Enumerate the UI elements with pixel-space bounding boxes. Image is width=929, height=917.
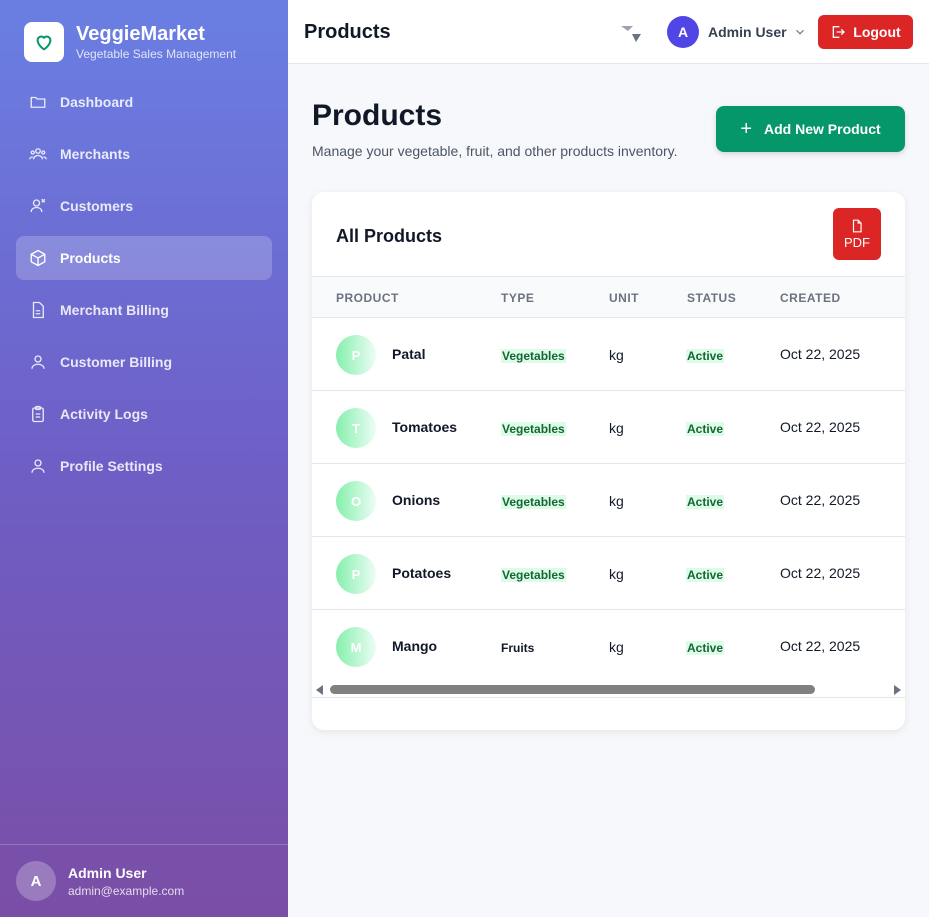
status-badge: Active (686, 349, 725, 363)
product-name: Tomatoes (392, 419, 458, 435)
filter-icon[interactable] (620, 22, 642, 44)
plus-icon: + (740, 118, 752, 140)
sidebar-item-dashboard[interactable]: Dashboard (16, 80, 272, 124)
type-badge: Vegetables (501, 568, 566, 582)
sidebar-item-activity-logs[interactable]: Activity Logs (16, 392, 272, 436)
user-icon (28, 456, 48, 476)
status-badge: Active (686, 422, 725, 436)
card-title: All Products (336, 226, 443, 246)
topbar: Products A Admin User Logout (288, 0, 929, 64)
type-badge: Fruits (501, 641, 535, 655)
sidebar-item-merchants[interactable]: Merchants (16, 132, 272, 176)
product-unit: kg (609, 493, 624, 509)
avatar: A (667, 16, 699, 48)
scroll-right-arrow-icon[interactable] (894, 685, 901, 695)
clipboard-icon (28, 404, 48, 424)
folder-icon (28, 92, 48, 112)
box-icon (28, 248, 48, 268)
user-menu[interactable]: A Admin User (667, 16, 807, 48)
sidebar-user-name: Admin User (68, 864, 147, 881)
sidebar-user-profile[interactable]: A Admin User admin@example.com (0, 844, 288, 917)
product-name: Onions (392, 492, 441, 508)
created-date: Oct 22, 2025 (780, 346, 861, 362)
column-header-product[interactable]: PRODUCT (336, 291, 399, 305)
document-icon (28, 300, 48, 320)
sidebar-item-profile-settings[interactable]: Profile Settings (16, 444, 272, 488)
sidebar-item-label: Customer Billing (60, 354, 173, 370)
created-date: Oct 22, 2025 (780, 492, 861, 508)
avatar: A (16, 861, 56, 901)
table-row[interactable]: P Potatoes Vegetables kg Active Oct 22, … (312, 537, 905, 610)
table-row[interactable]: T Tomatoes Vegetables kg Active Oct 22, … (312, 391, 905, 464)
brand-subtitle: Vegetable Sales Management (76, 47, 237, 61)
add-new-product-button[interactable]: + Add New Product (716, 106, 905, 152)
scroll-left-arrow-icon[interactable] (316, 685, 323, 695)
user-x-icon (28, 196, 48, 216)
sidebar-item-label: Merchants (60, 146, 131, 162)
column-header-type[interactable]: TYPE (501, 291, 534, 305)
export-pdf-button[interactable]: PDF (833, 208, 881, 260)
product-unit: kg (609, 347, 624, 363)
sidebar-item-label: Dashboard (60, 94, 134, 110)
type-badge: Vegetables (501, 422, 566, 436)
sidebar: VeggieMarket Vegetable Sales Management … (0, 0, 288, 917)
products-card: All Products PDF PRODUCT TYPE UNIT STATU… (312, 192, 905, 730)
table-header: PRODUCT TYPE UNIT STATUS CREATED (312, 276, 905, 318)
sidebar-item-label: Merchant Billing (60, 302, 169, 318)
created-date: Oct 22, 2025 (780, 419, 861, 435)
sidebar-item-label: Products (60, 250, 121, 266)
sidebar-item-products[interactable]: Products (16, 236, 272, 280)
product-name: Mango (392, 638, 438, 654)
product-unit: kg (609, 566, 624, 582)
brand-name: VeggieMarket (76, 23, 205, 45)
status-badge: Active (686, 495, 725, 509)
horizontal-scrollbar[interactable] (312, 681, 905, 698)
product-unit: kg (609, 639, 624, 655)
product-avatar: T (336, 408, 376, 448)
sidebar-item-customers[interactable]: Customers (16, 184, 272, 228)
sidebar-item-label: Activity Logs (60, 406, 148, 422)
logout-button[interactable]: Logout (818, 15, 913, 49)
user-icon (28, 352, 48, 372)
created-date: Oct 22, 2025 (780, 565, 861, 581)
product-avatar: O (336, 481, 376, 521)
column-header-created[interactable]: CREATED (780, 291, 841, 305)
created-date: Oct 22, 2025 (780, 638, 861, 654)
user-name: Admin User (708, 24, 787, 40)
sidebar-item-label: Profile Settings (60, 458, 163, 474)
topbar-title: Products (304, 21, 391, 43)
column-header-status[interactable]: STATUS (687, 291, 736, 305)
table-row[interactable]: P Patal Vegetables kg Active Oct 22, 202… (312, 318, 905, 391)
sidebar-item-label: Customers (60, 198, 134, 214)
page-title: Products (312, 99, 443, 132)
sidebar-nav: Dashboard Merchants Customers Products M… (16, 80, 272, 496)
status-badge: Active (686, 568, 725, 582)
product-unit: kg (609, 420, 624, 436)
logout-label: Logout (853, 24, 901, 40)
type-badge: Vegetables (501, 349, 566, 363)
product-name: Patal (392, 346, 426, 362)
page-subtitle: Manage your vegetable, fruit, and other … (312, 143, 678, 159)
product-avatar: M (336, 627, 376, 667)
table-row[interactable]: O Onions Vegetables kg Active Oct 22, 20… (312, 464, 905, 537)
sidebar-item-merchant-billing[interactable]: Merchant Billing (16, 288, 272, 332)
status-badge: Active (686, 641, 725, 655)
sidebar-item-customer-billing[interactable]: Customer Billing (16, 340, 272, 384)
heart-logo-icon (24, 22, 64, 62)
file-icon (852, 219, 862, 232)
product-avatar: P (336, 554, 376, 594)
product-avatar: P (336, 335, 376, 375)
sidebar-user-email: admin@example.com (68, 883, 185, 898)
scrollbar-thumb[interactable] (330, 685, 815, 694)
product-name: Potatoes (392, 565, 452, 581)
table-row[interactable]: M Mango Fruits kg Active Oct 22, 2025 (312, 610, 905, 683)
add-new-product-label: Add New Product (764, 121, 881, 137)
logout-icon (832, 26, 846, 38)
type-badge: Vegetables (501, 495, 566, 509)
users-icon (28, 144, 48, 164)
brand[interactable]: VeggieMarket Vegetable Sales Management (24, 22, 236, 62)
column-header-unit[interactable]: UNIT (609, 291, 639, 305)
chevron-down-icon (795, 29, 804, 35)
pdf-label: PDF (844, 234, 870, 250)
